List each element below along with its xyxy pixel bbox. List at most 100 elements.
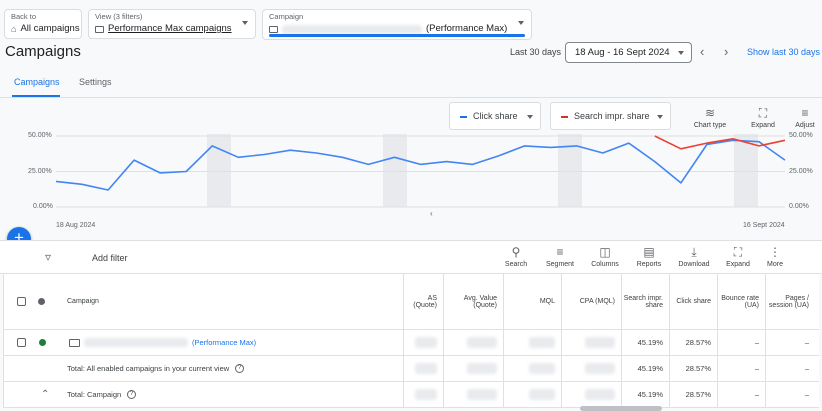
columns-label: Columns xyxy=(591,261,619,268)
date-range-picker[interactable]: 18 Aug - 16 Sept 2024 xyxy=(565,42,692,63)
campaign-caption: Campaign xyxy=(269,12,304,21)
view-caption: View (3 filters) xyxy=(95,12,143,21)
tab-settings[interactable]: Settings xyxy=(79,77,112,87)
x-end-label: 16 Sept 2024 xyxy=(743,222,785,229)
metric-selector-search-impr-share[interactable]: Search impr. share xyxy=(550,102,671,130)
column-pages-session[interactable]: Pages / session (UA) xyxy=(765,274,815,329)
search-icon: ⚲ xyxy=(511,245,521,259)
weekend-band xyxy=(558,134,582,207)
reports-button[interactable]: ▤ Reports xyxy=(629,245,669,268)
total-bounce-rate: – xyxy=(717,356,765,381)
previous-period-icon[interactable]: ‹ xyxy=(700,45,704,59)
search-button[interactable]: ⚲ Search xyxy=(496,245,536,268)
row-checkbox[interactable] xyxy=(17,338,26,347)
active-selector-bar xyxy=(269,34,525,37)
collapse-icon[interactable]: ⌃ xyxy=(41,389,49,400)
performance-max-icon xyxy=(269,25,278,33)
column-cpa-mql[interactable]: CPA (MQL) xyxy=(561,274,621,329)
download-label: Download xyxy=(678,261,710,268)
metric2-label: Search impr. share xyxy=(574,111,650,121)
redacted-value xyxy=(467,389,497,400)
redacted-value xyxy=(529,389,555,400)
total-pages-session: – xyxy=(765,356,815,381)
redacted-value xyxy=(415,363,437,374)
tab-bar: Campaigns Settings xyxy=(0,66,822,98)
total-search-impr-share: 45.19% xyxy=(621,356,669,381)
expand-chart-button[interactable]: ⛶ Expand xyxy=(743,106,783,129)
add-filter-button[interactable]: Add filter xyxy=(92,253,128,263)
more-label: More xyxy=(767,261,783,268)
campaign-name-link[interactable]: (Performance Max) xyxy=(192,338,256,347)
horizontal-scrollbar[interactable] xyxy=(580,406,662,411)
home-icon: ⌂ xyxy=(11,24,17,34)
download-button[interactable]: ⤓ Download xyxy=(674,245,714,268)
redacted-value xyxy=(585,389,615,400)
table-row[interactable]: (Performance Max) 45.19% 28.57% – – xyxy=(4,330,819,356)
column-avg-value-quote[interactable]: Avg. Value (Quote) xyxy=(443,274,503,329)
date-range-value: 18 Aug - 16 Sept 2024 xyxy=(575,47,670,58)
performance-chart: 50.00% 25.00% 0.00% 50.00% 25.00% 0.00% … xyxy=(0,130,822,240)
line-chart-icon: ≋ xyxy=(704,106,716,120)
cell-bounce-rate: – xyxy=(717,330,765,355)
column-campaign[interactable]: Campaign xyxy=(67,274,99,329)
series-color-swatch xyxy=(460,115,467,118)
chevron-down-icon xyxy=(657,115,663,119)
back-to-all-campaigns[interactable]: Back to ⌂ All campaigns xyxy=(4,9,82,39)
columns-icon: ◫ xyxy=(599,245,611,259)
column-click-share[interactable]: Click share xyxy=(669,274,717,329)
column-mql[interactable]: MQL xyxy=(503,274,561,329)
show-last-30-days-link[interactable]: Show last 30 days xyxy=(747,47,820,57)
segment-button[interactable]: ≡ Segment xyxy=(540,245,580,268)
back-label: All campaigns xyxy=(20,23,80,34)
performance-max-icon xyxy=(69,338,80,347)
redacted-value xyxy=(415,389,437,400)
view-selector[interactable]: View (3 filters) Performance Max campaig… xyxy=(88,9,256,39)
status-column-icon xyxy=(38,298,45,305)
download-icon: ⤓ xyxy=(691,245,697,259)
series-color-swatch xyxy=(561,115,568,118)
segment-label: Segment xyxy=(545,261,575,268)
column-search-impr-share[interactable]: Search impr. share xyxy=(621,274,669,329)
expand-label: Expand xyxy=(751,122,775,129)
help-icon[interactable]: ? xyxy=(127,390,137,399)
campaign-total-bounce-rate: – xyxy=(717,382,765,407)
campaign-selector[interactable]: Campaign (Performance Max) xyxy=(262,9,532,40)
search-label: Search xyxy=(504,261,528,268)
tab-campaigns[interactable]: Campaigns xyxy=(14,77,60,87)
column-as-quote[interactable]: AS (Quote) xyxy=(403,274,443,329)
page-title: Campaigns xyxy=(5,43,81,60)
next-period-icon[interactable]: › xyxy=(724,45,728,59)
weekend-band xyxy=(383,134,407,207)
cell-click-share: 28.57% xyxy=(669,330,717,355)
chevron-down-icon xyxy=(518,21,524,25)
tune-icon: ≡ xyxy=(801,106,809,120)
more-vert-icon: ⋮ xyxy=(769,245,781,259)
adjust-chart-button[interactable]: ≡ Adjust xyxy=(787,106,822,129)
range-handle-icon[interactable]: ‹ xyxy=(430,209,433,218)
campaigns-table: Campaign AS (Quote) Avg. Value (Quote) M… xyxy=(3,274,819,408)
back-caption: Back to xyxy=(11,12,37,21)
line-chart-plot: ‹ xyxy=(55,134,786,218)
adjust-label: Adjust xyxy=(795,122,815,129)
expand-icon: ⛶ xyxy=(733,245,743,259)
date-range-label: Last 30 days xyxy=(510,47,562,57)
view-label: Performance Max campaigns xyxy=(108,23,232,34)
help-icon[interactable]: ? xyxy=(235,364,245,373)
metric-selector-click-share[interactable]: Click share xyxy=(449,102,541,130)
filter-icon[interactable]: ▿ xyxy=(45,250,51,264)
redacted-value xyxy=(585,363,615,374)
total-click-share: 28.57% xyxy=(669,356,717,381)
reports-icon: ▤ xyxy=(643,245,655,259)
expand-table-button[interactable]: ⛶ Expand xyxy=(718,245,758,268)
select-all-checkbox[interactable] xyxy=(17,297,26,306)
weekend-band xyxy=(207,134,231,207)
total-campaign-row: ⌃ Total: Campaign ? 45.19% 28.57% – – xyxy=(4,382,819,408)
more-button[interactable]: ⋮ More xyxy=(755,245,795,268)
chart-type-button[interactable]: ≋ Chart type xyxy=(690,106,730,129)
table-toolbar: ▿ Add filter ⚲ Search ≡ Segment ◫ Column… xyxy=(0,240,822,274)
column-bounce-rate[interactable]: Bounce rate (UA) xyxy=(717,274,765,329)
redacted-value xyxy=(585,337,615,348)
redacted-value xyxy=(529,337,555,348)
columns-button[interactable]: ◫ Columns xyxy=(585,245,625,268)
total-campaign-label: Total: Campaign xyxy=(67,390,122,399)
